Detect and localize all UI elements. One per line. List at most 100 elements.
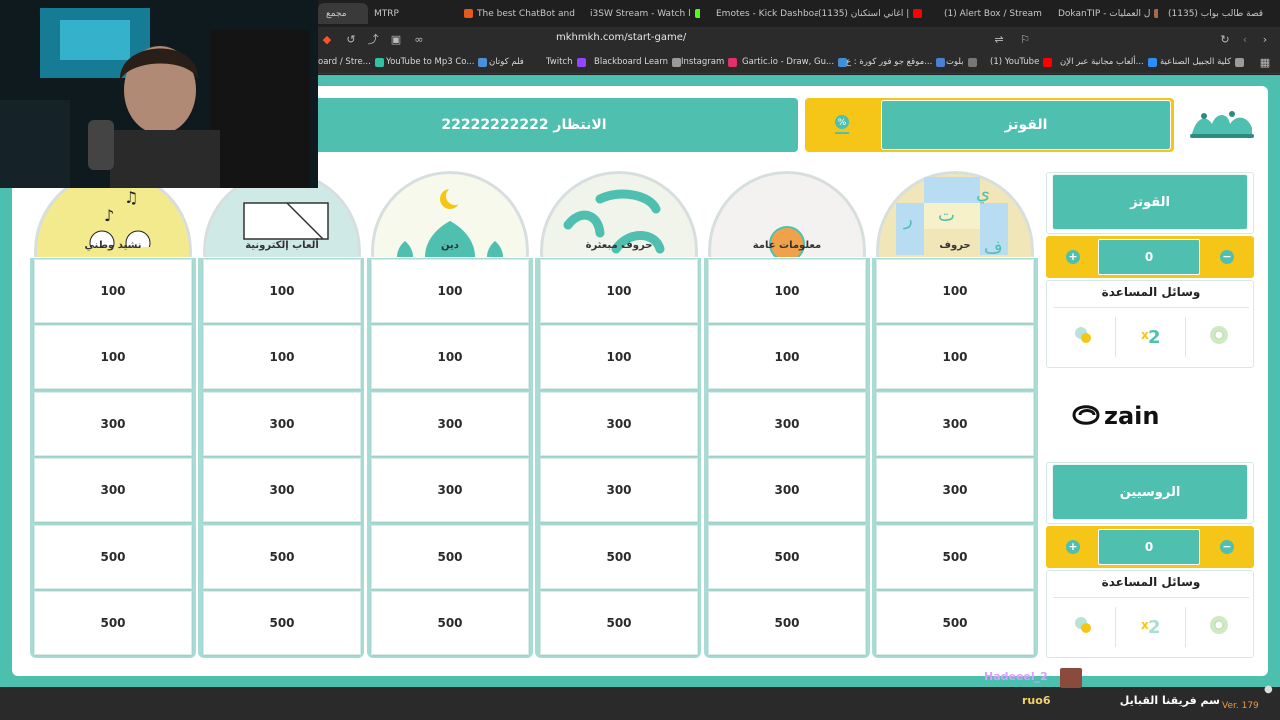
question-cell[interactable]: 300 bbox=[540, 458, 698, 522]
microphone-icon[interactable]: ● bbox=[1264, 684, 1273, 695]
question-cell[interactable]: 100 bbox=[540, 259, 698, 323]
tab-0[interactable]: مجمع bbox=[318, 3, 368, 24]
question-cell[interactable]: 100 bbox=[34, 259, 192, 323]
bookmark-4[interactable]: Blackboard Learn bbox=[594, 57, 682, 67]
question-cell[interactable]: 100 bbox=[876, 325, 1034, 389]
back-icon[interactable]: ‹ bbox=[1238, 33, 1252, 47]
question-cell[interactable]: 300 bbox=[203, 392, 361, 456]
question-cell[interactable]: 500 bbox=[708, 591, 866, 655]
question-cell[interactable]: 300 bbox=[540, 392, 698, 456]
bookmark-icon[interactable]: ⚐ bbox=[1018, 33, 1032, 47]
streamlabs-icon bbox=[374, 57, 384, 67]
question-cell[interactable]: 100 bbox=[371, 259, 529, 323]
question-cell[interactable]: 100 bbox=[708, 325, 866, 389]
globe-icon bbox=[1147, 57, 1157, 67]
question-cell[interactable]: 300 bbox=[876, 392, 1034, 456]
forward-icon[interactable]: › bbox=[1258, 33, 1272, 47]
bookmark-11[interactable]: كلية الجبيل الصناعية bbox=[1160, 57, 1245, 67]
bookmark-0[interactable]: oard / Stre... bbox=[318, 57, 384, 67]
tab-4[interactable]: Emotes - Kick Dashboa bbox=[716, 3, 818, 24]
bookmark-7[interactable]: موقع جو فور كورة : ع... bbox=[846, 57, 946, 67]
team-1-score: 0 bbox=[1098, 239, 1200, 275]
share-icon[interactable]: ⤴ bbox=[366, 33, 380, 47]
question-cell[interactable]: 300 bbox=[203, 458, 361, 522]
aids-title: وسائل المساعدة bbox=[1101, 575, 1201, 589]
apps-grid-icon[interactable]: ▦ bbox=[1258, 56, 1272, 70]
vpn-icon[interactable]: ∞ bbox=[412, 33, 426, 47]
globe-icon bbox=[672, 57, 682, 67]
pit-icon[interactable] bbox=[1207, 613, 1231, 637]
question-cell[interactable]: 100 bbox=[540, 325, 698, 389]
tab-6[interactable]: (1) Alert Box / Stream bbox=[944, 3, 1044, 24]
call-friend-icon[interactable] bbox=[1071, 613, 1095, 637]
settings-icon[interactable]: ⇌ bbox=[992, 33, 1006, 47]
question-cell[interactable]: 100 bbox=[203, 259, 361, 323]
chat-message: سم فريقنا القبايل bbox=[1119, 694, 1220, 707]
cards-icon bbox=[967, 57, 977, 67]
refresh-icon[interactable]: ↻ bbox=[1218, 33, 1232, 47]
bookmark-1[interactable]: YouTube to Mp3 Co... bbox=[386, 57, 488, 67]
question-cell[interactable]: 300 bbox=[708, 458, 866, 522]
question-cell[interactable]: 300 bbox=[371, 392, 529, 456]
tab-5[interactable]: (1135) اغاني استكنان | bbox=[818, 3, 930, 24]
tab-7[interactable]: DokanTIP - ل العمليات bbox=[1058, 3, 1158, 24]
question-cell[interactable]: 500 bbox=[371, 591, 529, 655]
pit-icon[interactable] bbox=[1207, 323, 1231, 347]
decrease-score-button[interactable]: − bbox=[1220, 540, 1234, 554]
bookmark-8[interactable]: بلوت bbox=[946, 57, 977, 67]
category-label: حروف bbox=[939, 240, 971, 251]
question-cell[interactable]: 100 bbox=[371, 325, 529, 389]
question-cell[interactable]: 500 bbox=[540, 591, 698, 655]
tab-8[interactable]: (1135) قصة طالب بواب bbox=[1168, 3, 1280, 24]
bookmark-9[interactable]: (1) YouTube bbox=[990, 57, 1053, 67]
team-1-panel: القوتز + 0 − وسائل المساعدة x2 bbox=[1046, 172, 1254, 368]
svg-text:♫: ♫ bbox=[124, 188, 138, 207]
question-cell[interactable]: 100 bbox=[876, 259, 1034, 323]
question-cell[interactable]: 300 bbox=[876, 458, 1034, 522]
question-cell[interactable]: 500 bbox=[371, 525, 529, 589]
svg-text:ي: ي bbox=[976, 183, 990, 204]
streamer-webcam-image bbox=[0, 0, 318, 188]
question-cell[interactable]: 500 bbox=[876, 525, 1034, 589]
team-2-score-row: + 0 − bbox=[1046, 526, 1254, 568]
bookmark-3[interactable]: Twitch bbox=[546, 57, 586, 67]
question-cell[interactable]: 500 bbox=[540, 525, 698, 589]
music-notes-icon: ♫ ♪ bbox=[89, 188, 151, 247]
tab-2[interactable]: The best ChatBot and bbox=[464, 3, 590, 24]
double-points-icon[interactable]: x2 bbox=[1139, 613, 1163, 637]
question-cell[interactable]: 500 bbox=[708, 525, 866, 589]
brave-shield-icon[interactable]: ◆ bbox=[320, 33, 334, 47]
question-cell[interactable]: 100 bbox=[203, 325, 361, 389]
bookmark-6[interactable]: Gartic.io - Draw, Gu... bbox=[742, 57, 848, 67]
increase-score-button[interactable]: + bbox=[1066, 250, 1080, 264]
bookmark-5[interactable]: Instagram bbox=[681, 57, 738, 67]
tab-1[interactable]: MTRP bbox=[374, 3, 434, 24]
increase-score-button[interactable]: + bbox=[1066, 540, 1080, 554]
question-cell[interactable]: 300 bbox=[34, 458, 192, 522]
category-letters[interactable]: ي ت ر ف حروف bbox=[876, 171, 1034, 257]
swap-turn-button[interactable]: % bbox=[821, 110, 863, 140]
question-cell[interactable]: 300 bbox=[34, 392, 192, 456]
question-cell[interactable]: 300 bbox=[708, 392, 866, 456]
address-bar[interactable]: mkhmkh.com/start-game/ bbox=[556, 32, 686, 43]
bookmark-10[interactable]: ألعاب مجانية عبر الإن... bbox=[1060, 57, 1157, 67]
question-cell[interactable]: 100 bbox=[34, 325, 192, 389]
tab-3[interactable]: i3SW Stream - Watch l bbox=[590, 3, 700, 24]
category-label: نشيد وطني bbox=[84, 240, 142, 251]
question-cell[interactable]: 500 bbox=[876, 591, 1034, 655]
double-points-icon[interactable]: x2 bbox=[1139, 323, 1163, 347]
youtube-icon bbox=[913, 9, 923, 18]
question-cell[interactable]: 100 bbox=[708, 259, 866, 323]
reload-icon[interactable]: ↺ bbox=[344, 33, 358, 47]
call-friend-icon[interactable] bbox=[1071, 323, 1095, 347]
question-cell[interactable]: 500 bbox=[34, 525, 192, 589]
decrease-score-button[interactable]: − bbox=[1220, 250, 1234, 264]
question-cell[interactable]: 300 bbox=[371, 458, 529, 522]
question-cell[interactable]: 500 bbox=[203, 525, 361, 589]
screen-icon[interactable]: ▣ bbox=[389, 33, 403, 47]
bookmark-2[interactable]: فلم كوتان bbox=[489, 57, 524, 67]
question-cell[interactable]: 500 bbox=[203, 591, 361, 655]
chat-avatar bbox=[1060, 668, 1082, 688]
category-label: حروف مبعثرة bbox=[585, 240, 653, 251]
question-cell[interactable]: 500 bbox=[34, 591, 192, 655]
